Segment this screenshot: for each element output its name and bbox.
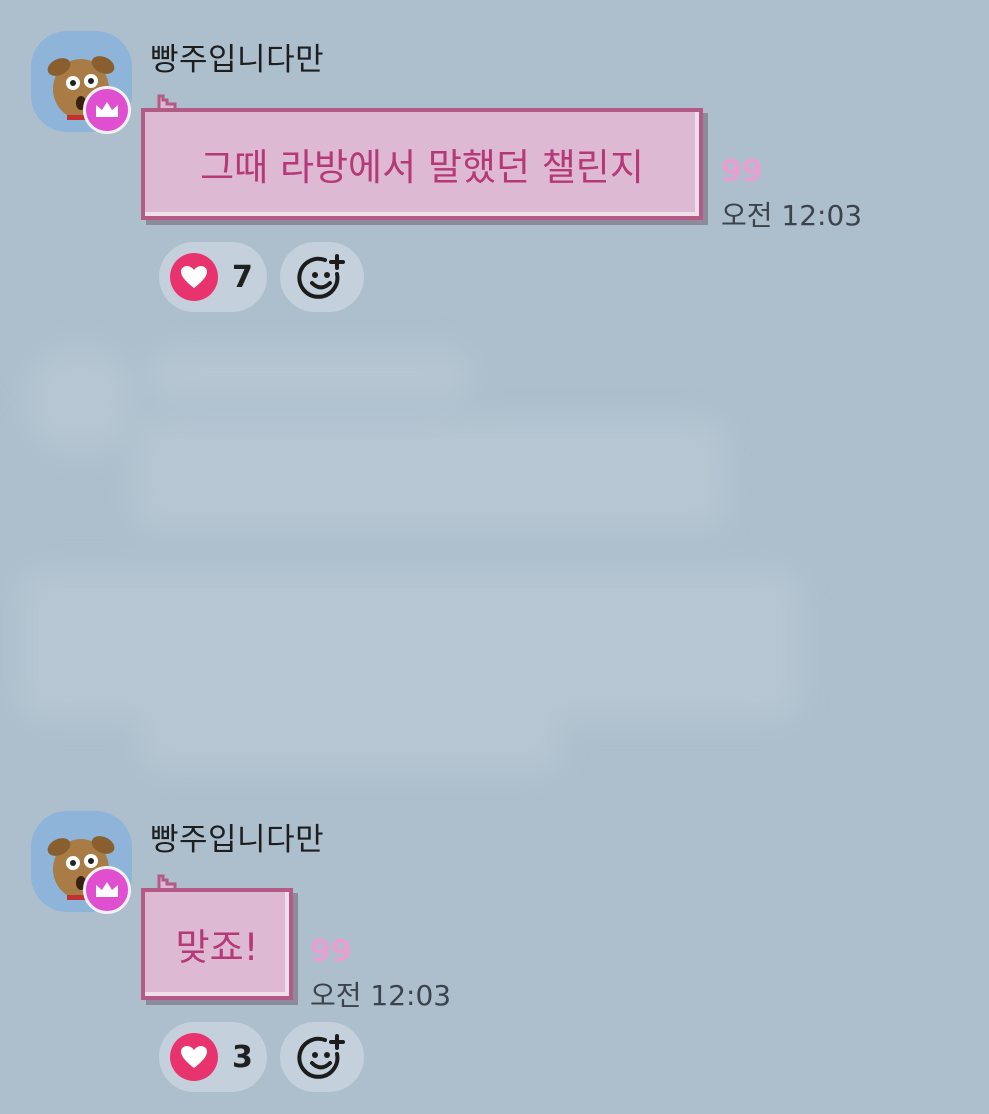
sender-name: 빵주입니다만 <box>150 822 325 858</box>
heart-icon <box>181 266 207 288</box>
add-reaction-button[interactable] <box>280 1022 364 1092</box>
message-time: 오전 12:03 <box>721 199 863 232</box>
sender-name: 빵주입니다만 <box>150 42 325 78</box>
sender-avatar[interactable] <box>31 811 132 914</box>
heart-reaction-button[interactable]: 3 <box>159 1022 267 1092</box>
add-emoji-icon <box>297 1034 345 1079</box>
message-text: 그때 라방에서 말했던 챌린지 <box>200 146 644 189</box>
message-text: 맞죠! <box>175 926 259 969</box>
add-emoji-icon <box>297 254 345 299</box>
message-bubble[interactable]: 맞죠! <box>141 888 293 1000</box>
add-reaction-button[interactable] <box>280 242 364 312</box>
heart-reaction-button[interactable]: 7 <box>159 242 267 312</box>
crown-badge <box>83 86 131 134</box>
heart-reaction-count: 3 <box>232 1039 253 1075</box>
crown-icon <box>96 882 118 897</box>
unread-count: 99 <box>310 934 352 969</box>
blurred-messages-region <box>0 320 989 790</box>
heart-icon <box>181 1046 207 1068</box>
crown-icon <box>96 102 118 117</box>
heart-icon-badge <box>170 253 218 301</box>
heart-icon-badge <box>170 1033 218 1081</box>
message-bubble[interactable]: 그때 라방에서 말했던 챌린지 <box>141 108 703 220</box>
sender-avatar[interactable] <box>31 31 132 134</box>
crown-badge <box>83 866 131 914</box>
unread-count: 99 <box>721 154 763 189</box>
heart-reaction-count: 7 <box>232 259 253 295</box>
message-time: 오전 12:03 <box>310 979 452 1012</box>
